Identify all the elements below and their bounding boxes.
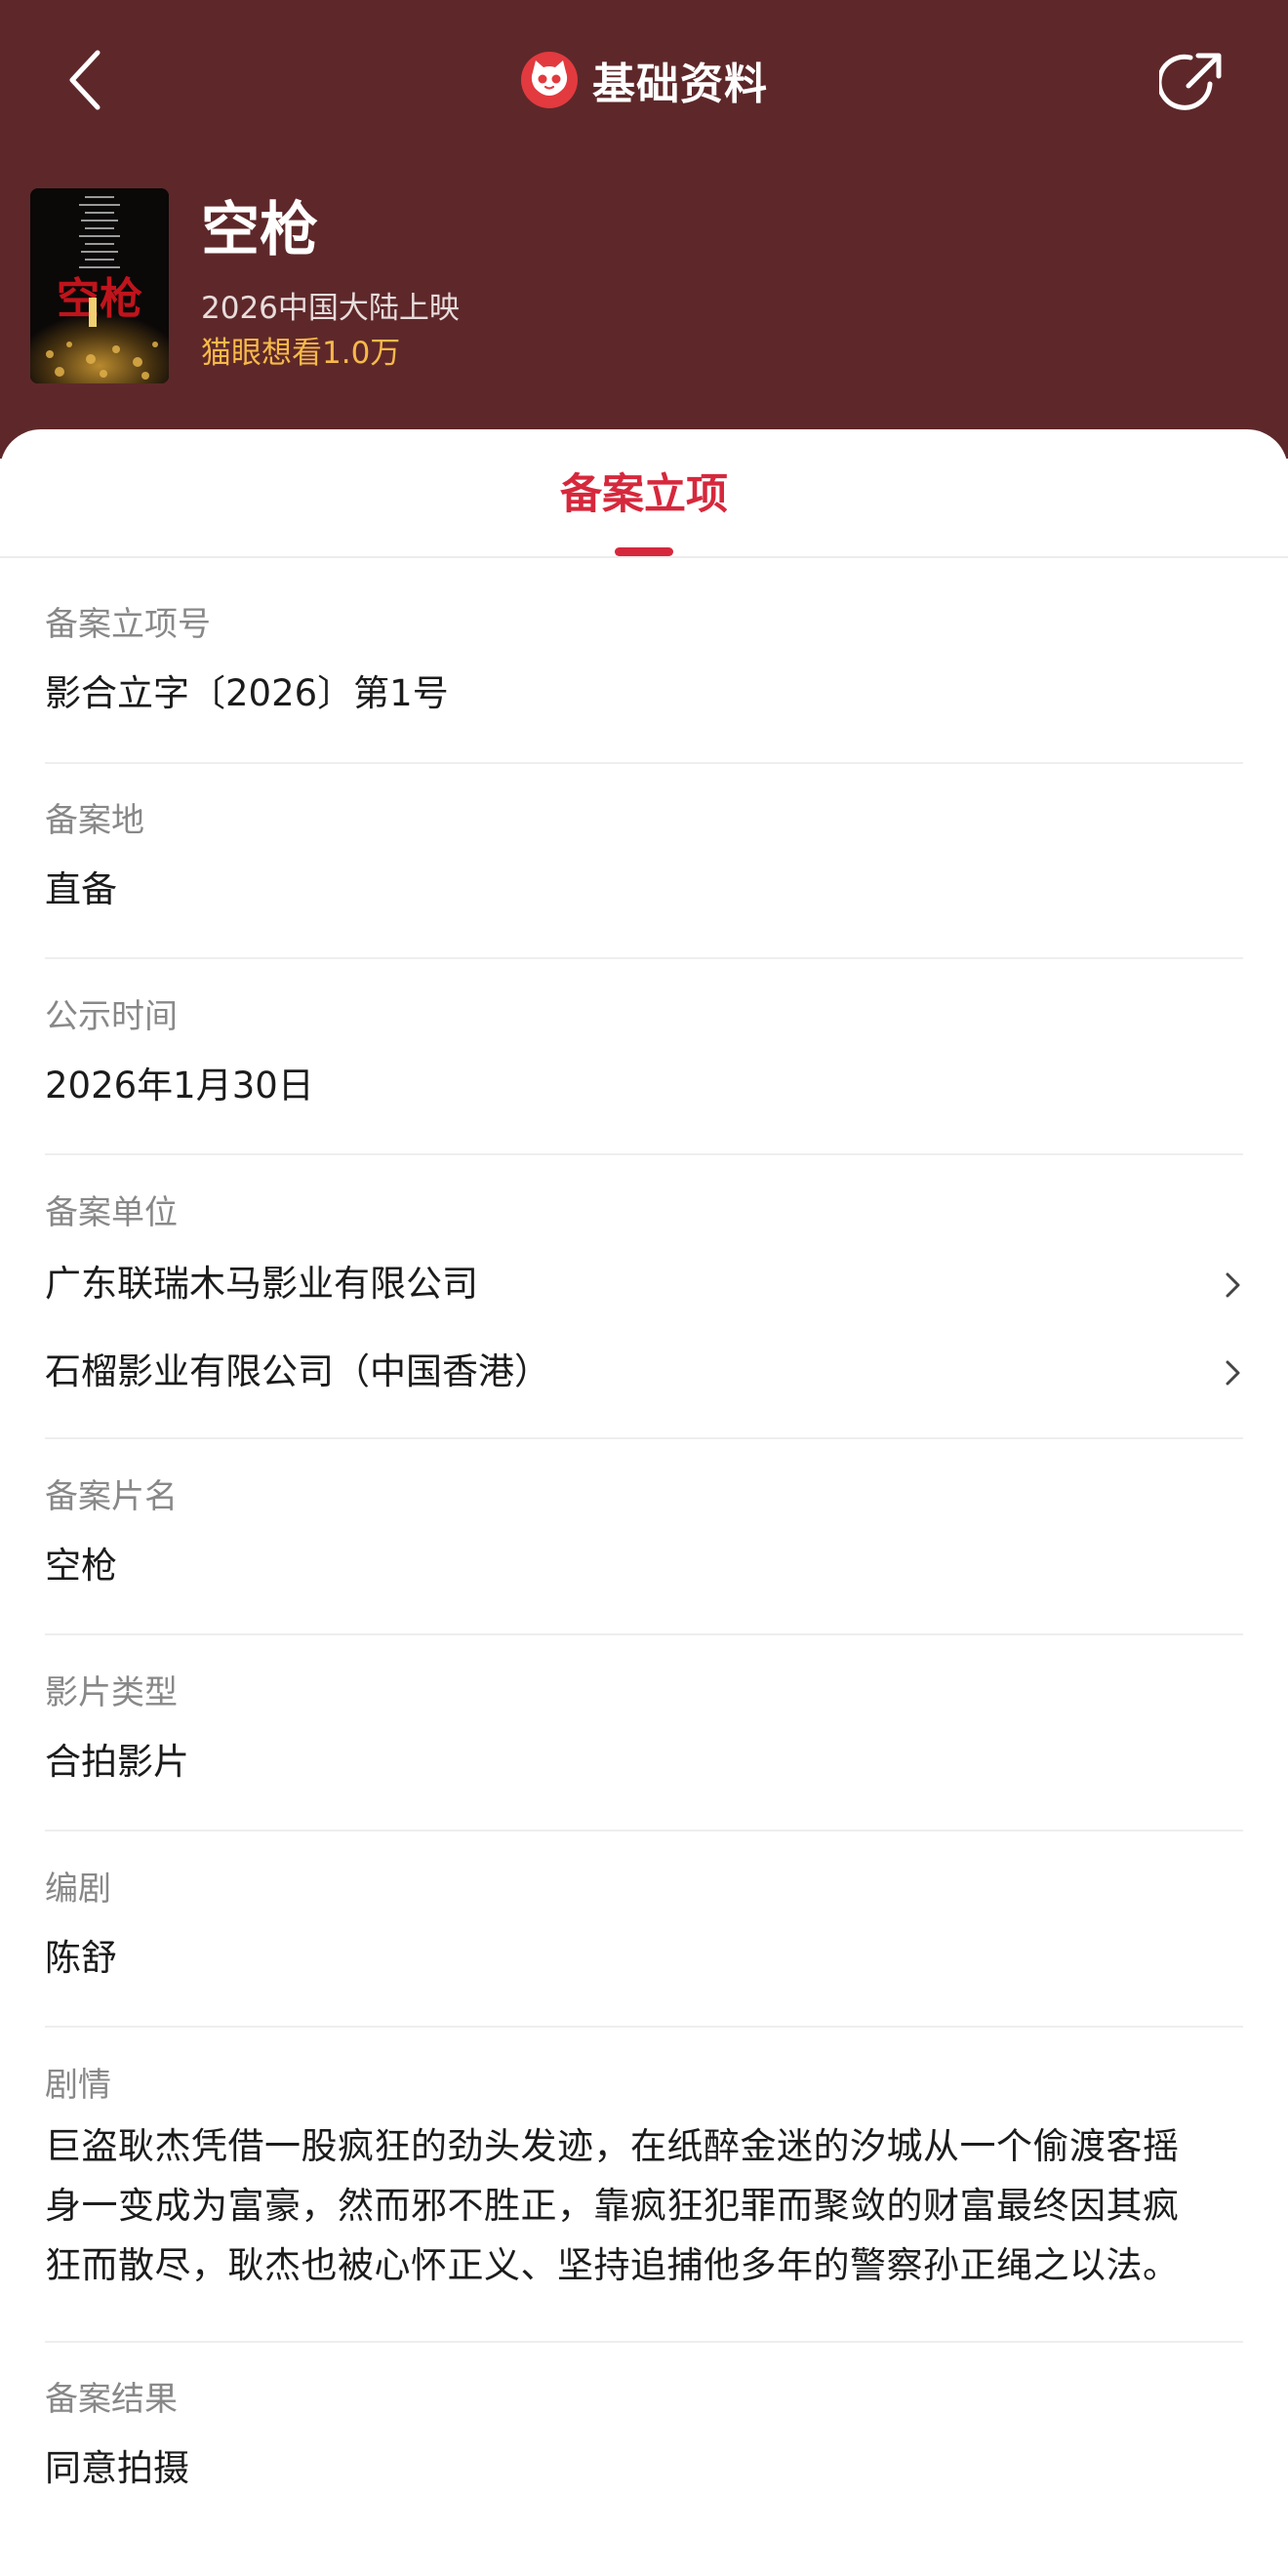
field-label: 备案立项号	[45, 605, 211, 644]
field-value: 影合立字〔2026〕第1号	[45, 672, 449, 714]
field-value: 2026年1月30日	[45, 1065, 314, 1107]
company-link[interactable]: 石榴影业有限公司（中国香港）	[45, 1343, 1243, 1401]
plot-line: 狂而散尽，耿杰也被心怀正义、坚持追捕他多年的警察孙正绳之以法。	[45, 2244, 1180, 2286]
field-label: 备案单位	[45, 1193, 178, 1232]
share-button[interactable]	[1156, 47, 1228, 115]
section-screenwriter: 编剧 陈舒	[45, 1868, 1243, 2028]
tab-bar: 备案立项	[0, 429, 1288, 558]
title-group: 基础资料	[0, 45, 1288, 115]
section-publish-time: 公示时间 2026年1月30日	[45, 995, 1243, 1155]
top-bar: 基础资料	[0, 0, 1288, 156]
field-label: 备案地	[45, 801, 144, 840]
poster-artwork: 空枪	[30, 188, 169, 383]
info-card: 备案立项 备案立项号 影合立字〔2026〕第1号 备案地 直备 公示时间 202…	[0, 429, 1288, 2576]
section-record-place: 备案地 直备	[45, 799, 1243, 959]
movie-header: 基础资料 空枪 空枪 2026中国大陆上映 猫眼想看1.0万	[0, 0, 1288, 459]
tab-active-indicator	[615, 547, 673, 556]
field-label: 编剧	[45, 1870, 111, 1909]
field-value: 合拍影片	[45, 1741, 189, 1783]
page-title: 基础资料	[592, 60, 768, 109]
page: 基础资料 空枪 空枪 2026中国大陆上映 猫眼想看1.0万 备案立项 备案立项…	[0, 0, 1288, 2576]
plot-line: 身一变成为富豪，然而邪不胜正，靠疯狂犯罪而聚敛的财富最终因其疯	[45, 2185, 1180, 2227]
company-name: 广东联瑞木马影业有限公司	[45, 1263, 478, 1305]
maoyan-cat-logo-icon	[521, 52, 578, 108]
tab-record[interactable]: 备案立项	[0, 461, 1288, 521]
chevron-right-icon	[1226, 1272, 1240, 1298]
field-value: 同意拍摄	[45, 2447, 189, 2489]
section-record-result: 备案结果 同意拍摄	[45, 2378, 1243, 2515]
field-value: 直备	[45, 868, 117, 910]
share-icon	[1156, 53, 1222, 110]
release-info: 2026中国大陆上映	[201, 291, 460, 326]
field-label: 备案结果	[45, 2380, 178, 2419]
poster-title: 空枪	[57, 274, 142, 324]
section-plot: 剧情 巨盗耿杰凭借一股疯狂的劲头发迹，在纸醉金迷的汐城从一个偷渡客摇 身一变成为…	[45, 2064, 1243, 2343]
field-label: 影片类型	[45, 1673, 178, 1712]
section-film-type: 影片类型 合拍影片	[45, 1671, 1243, 1831]
field-label: 剧情	[45, 2066, 111, 2105]
section-record-title: 备案片名 空枪	[45, 1475, 1243, 1635]
movie-name: 空枪	[201, 196, 318, 264]
field-value: 空枪	[45, 1545, 117, 1587]
want-to-watch-count: 猫眼想看1.0万	[201, 336, 401, 371]
field-label: 公示时间	[45, 997, 178, 1036]
company-name: 石榴影业有限公司（中国香港）	[45, 1350, 550, 1392]
section-record-units: 备案单位 广东联瑞木马影业有限公司 石榴影业有限公司（中国香港）	[45, 1191, 1243, 1439]
company-link[interactable]: 广东联瑞木马影业有限公司	[45, 1255, 1243, 1313]
section-record-no: 备案立项号 影合立字〔2026〕第1号	[45, 603, 1243, 764]
chevron-right-icon	[1226, 1360, 1240, 1386]
movie-poster[interactable]: 空枪	[30, 188, 169, 383]
field-value: 陈舒	[45, 1937, 117, 1979]
field-label: 备案片名	[45, 1477, 178, 1516]
plot-line: 巨盗耿杰凭借一股疯狂的劲头发迹，在纸醉金迷的汐城从一个偷渡客摇	[45, 2125, 1180, 2167]
